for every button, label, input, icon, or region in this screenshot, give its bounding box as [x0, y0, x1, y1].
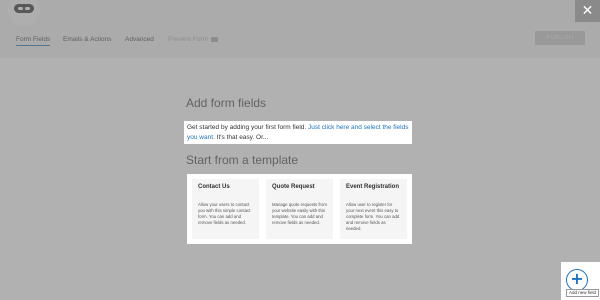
template-title: Quote Request: [272, 184, 315, 190]
close-icon[interactable]: ✕: [575, 0, 600, 22]
form-builder: Form Fields Emails & Actions Advanced Pr…: [0, 0, 600, 300]
template-heading: Start from a template: [186, 153, 299, 167]
publish-button[interactable]: PUBLISH: [535, 31, 585, 45]
template-card-event-registration-highlighted[interactable]: Event Registration Allow user to registe…: [340, 179, 407, 239]
template-title: Contact Us: [198, 184, 230, 190]
template-description: Allow your users to contact you with thi…: [198, 202, 251, 225]
template-title: Event Registration: [346, 184, 400, 190]
tab-form-fields[interactable]: Form Fields: [16, 36, 51, 46]
ninja-logo-icon: [8, 0, 40, 26]
tab-emails-actions[interactable]: Emails & Actions: [63, 36, 111, 43]
add-field-tooltip: Add new field: [566, 289, 600, 297]
template-card-quote-request-highlighted[interactable]: Quote Request Manage quote requests from…: [266, 179, 333, 239]
page-title: Add form fields: [186, 96, 267, 110]
intro-lead: Get started by adding your first form fi…: [187, 124, 307, 131]
tab-preview-form-label: Preview Form: [168, 36, 209, 43]
intro-tail: It's that easy. Or...: [216, 133, 269, 141]
template-description: Allow user to register for your next eve…: [346, 202, 400, 231]
header-bar: Form Fields Emails & Actions Advanced Pr…: [0, 0, 600, 58]
template-card-contact-us-highlighted[interactable]: Contact Us Allow your users to contact y…: [192, 179, 259, 239]
template-description: Manage quote requests from your website …: [272, 202, 327, 225]
preview-eye-icon: [211, 36, 219, 42]
template-list-highlighted: Contact Us Allow your users to contact y…: [187, 174, 412, 244]
plus-icon: +: [566, 269, 588, 291]
tab-advanced[interactable]: Advanced: [125, 36, 154, 43]
tab-preview-form: Preview Form: [168, 36, 219, 43]
intro-text-highlighted: Get started by adding your first form fi…: [184, 121, 412, 144]
